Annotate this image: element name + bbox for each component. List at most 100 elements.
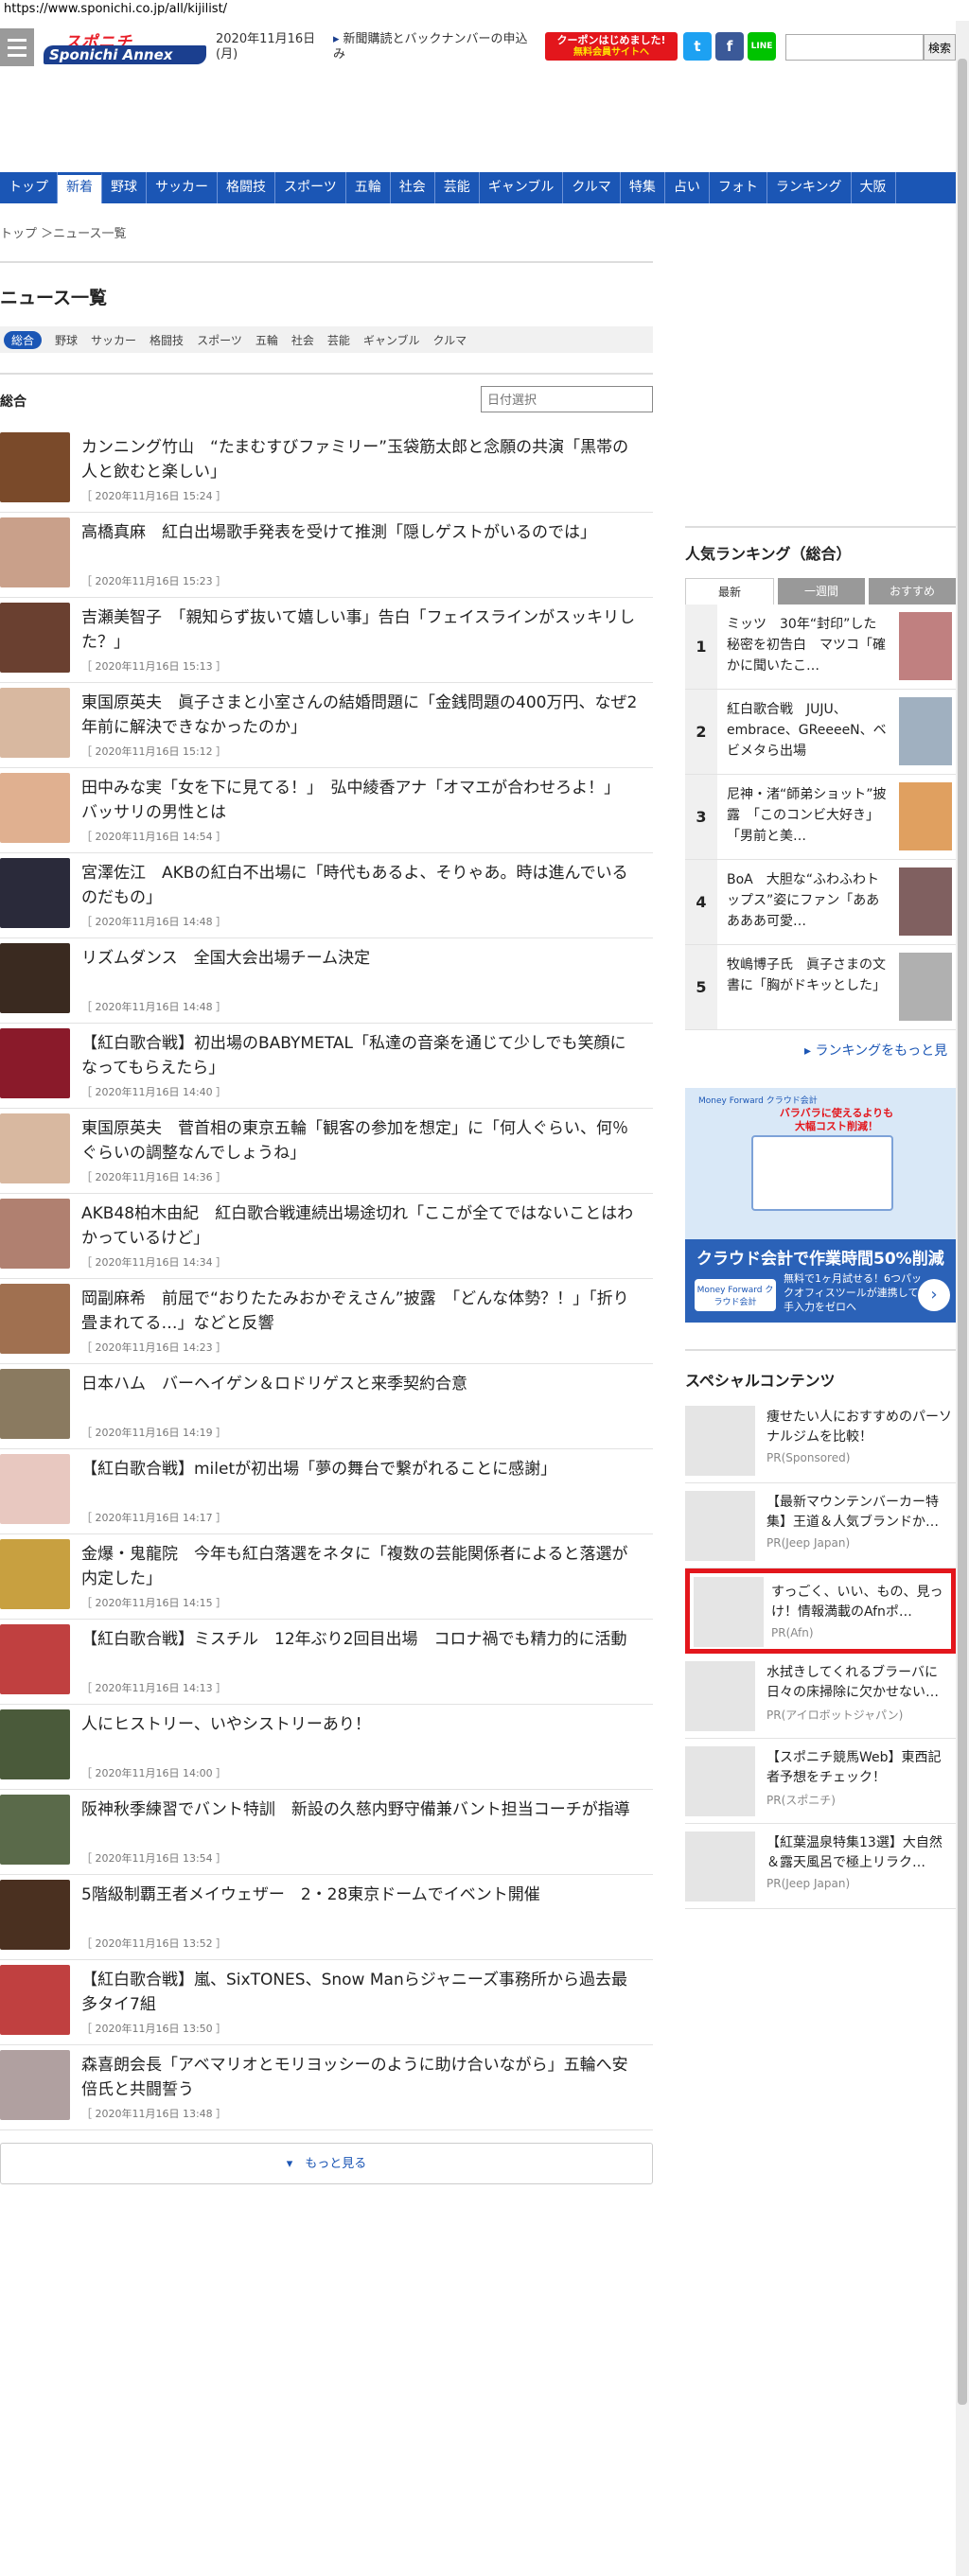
ad-banner[interactable]: Money Forward クラウド会計 バラバラに使えるよりも 大幅コスト削減…	[685, 1088, 956, 1323]
news-headline[interactable]: 【紅白歌合戦】ミスチル 12年ぶり2回目出場 コロナ禍でも精力的に活動	[81, 1627, 640, 1652]
ranking-headline[interactable]: BoA 大胆な“ふわふわトップス”姿にファン「あああああ可愛…	[727, 869, 888, 932]
nav-item[interactable]: 特集	[621, 172, 665, 203]
nav-item[interactable]: スポーツ	[275, 172, 346, 203]
special-content-text[interactable]: 痩せたい人におすすめのパーソナルジムを比較！	[766, 1408, 952, 1447]
news-thumbnail[interactable]	[0, 1795, 70, 1865]
news-headline[interactable]: 日本ハム バーヘイゲン＆ロドリゲスと来季契約合意	[81, 1372, 640, 1396]
news-thumbnail[interactable]	[0, 1199, 70, 1269]
news-item[interactable]: 【紅白歌合戦】miletが初出場「夢の舞台で繋がれることに感謝」 ［ 2020年1…	[0, 1449, 653, 1534]
news-thumbnail[interactable]	[0, 1539, 70, 1609]
ranking-tab[interactable]: おすすめ	[869, 578, 956, 605]
ranking-item[interactable]: 5 牧嶋博子氏 眞子さまの文書に「胸がドキッとした」	[685, 945, 956, 1030]
search-button[interactable]: 検索	[924, 34, 956, 61]
news-item[interactable]: 岡副麻希 前屈で“おりたたみおかぞえさん”披露 「どんな体勢？！」「折り畳まれて…	[0, 1279, 653, 1364]
news-headline[interactable]: 東国原英夫 眞子さまと小室さんの結婚問題に「金銭問題の400万円、なぜ2年前に解…	[81, 691, 640, 740]
news-headline[interactable]: 阪神秋季練習でバント特訓 新設の久慈内野守備兼バント担当コーチが指導	[81, 1797, 640, 1822]
category-tab[interactable]: 社会	[291, 332, 314, 348]
news-headline[interactable]: 東国原英夫 菅首相の東京五輪「観客の参加を想定」に「何人ぐらい、何％ぐらいの調整…	[81, 1116, 640, 1165]
special-content-item[interactable]: 【最新マウンテンバーカー特集】王道＆人気ブランドか… PR(Jeep Japan)	[685, 1483, 956, 1568]
special-content-thumbnail[interactable]	[685, 1831, 755, 1901]
news-headline[interactable]: AKB48柏木由紀 紅白歌合戦連続出場途切れ「ここが全てではないことはわかってい…	[81, 1201, 640, 1251]
news-item[interactable]: リズムダンス 全国大会出場チーム決定 ［ 2020年11月16日 14:48 ］	[0, 938, 653, 1024]
news-thumbnail[interactable]	[0, 1709, 70, 1779]
news-item[interactable]: 吉瀬美智子 「親知らず抜いて嬉しい事」告白「フェイスラインがスッキリした？」 ［ …	[0, 598, 653, 683]
ranking-tab[interactable]: 一週間	[778, 578, 865, 605]
ranking-headline[interactable]: 牧嶋博子氏 眞子さまの文書に「胸がドキッとした」	[727, 955, 888, 996]
news-item[interactable]: 【紅白歌合戦】嵐、SixTONES、Snow Manらジャニーズ事務所から過去最…	[0, 1960, 653, 2045]
special-content-text[interactable]: 【紅葉温泉特集13選】大自然＆露天風呂で極上リラク…	[766, 1833, 952, 1873]
ranking-headline[interactable]: 紅白歌合戦 JUJU、embrace、GReeeeN、ベビメタら出場	[727, 699, 888, 762]
facebook-icon[interactable]: f	[715, 32, 744, 61]
nav-item[interactable]: クルマ	[563, 172, 621, 203]
nav-item[interactable]: 占い	[665, 172, 710, 203]
news-item[interactable]: 日本ハム バーヘイゲン＆ロドリゲスと来季契約合意 ［ 2020年11月16日 14…	[0, 1364, 653, 1449]
news-item[interactable]: 【紅白歌合戦】初出場のBABYMETAL「私達の音楽を通じて少しでも笑顔になって…	[0, 1024, 653, 1109]
nav-item[interactable]: トップ	[0, 172, 58, 203]
nav-item[interactable]: 大阪	[852, 172, 896, 203]
news-headline[interactable]: 【紅白歌合戦】miletが初出場「夢の舞台で繋がれることに感謝」	[81, 1457, 640, 1481]
subscribe-link[interactable]: 新聞購読とバックナンバーの申込み	[333, 32, 532, 62]
category-tab[interactable]: 五輪	[255, 332, 278, 348]
ranking-item[interactable]: 4 BoA 大胆な“ふわふわトップス”姿にファン「あああああ可愛…	[685, 860, 956, 945]
news-item[interactable]: 5階級制覇王者メイウェザー 2・28東京ドームでイベント開催 ［ 2020年11月…	[0, 1875, 653, 1960]
news-item[interactable]: 【紅白歌合戦】ミスチル 12年ぶり2回目出場 コロナ禍でも精力的に活動 ［ 202…	[0, 1620, 653, 1705]
nav-item[interactable]: フォト	[710, 172, 767, 203]
news-headline[interactable]: 金爆・鬼龍院 今年も紅白落選をネタに「複数の芸能関係者によると落選が内定した」	[81, 1542, 640, 1591]
news-thumbnail[interactable]	[0, 432, 70, 502]
news-headline[interactable]: 田中みな実「女を下に見てる！」 弘中綾香アナ「オマエが合わせろよ！」 バッサリの…	[81, 776, 640, 825]
category-tab[interactable]: スポーツ	[197, 332, 242, 348]
ranking-item[interactable]: 1 ミッツ 30年“封印”した秘密を初告白 マツコ「確かに聞いたこ…	[685, 605, 956, 690]
news-item[interactable]: 高橋真麻 紅白出場歌手発表を受けて推測「隠しゲストがいるのでは」 ［ 2020年1…	[0, 513, 653, 598]
ranking-thumbnail[interactable]	[899, 612, 952, 680]
news-item[interactable]: 田中みな実「女を下に見てる！」 弘中綾香アナ「オマエが合わせろよ！」 バッサリの…	[0, 768, 653, 853]
special-content-thumbnail[interactable]	[685, 1661, 755, 1731]
hamburger-menu-icon[interactable]	[0, 28, 34, 66]
nav-item[interactable]: 社会	[391, 172, 435, 203]
more-button[interactable]: ▾ もっと見る	[0, 2143, 653, 2184]
ranking-thumbnail[interactable]	[899, 697, 952, 765]
category-tab[interactable]: クルマ	[433, 332, 467, 348]
news-thumbnail[interactable]	[0, 603, 70, 673]
news-thumbnail[interactable]	[0, 688, 70, 758]
scrollbar[interactable]	[956, 21, 969, 2576]
site-logo[interactable]: スポニチ Sponichi Annex	[44, 28, 206, 66]
news-headline[interactable]: 岡副麻希 前屈で“おりたたみおかぞえさん”披露 「どんな体勢？！」「折り畳まれて…	[81, 1287, 640, 1336]
twitter-icon[interactable]: t	[683, 32, 712, 61]
news-thumbnail[interactable]	[0, 2050, 70, 2120]
date-select-input[interactable]	[481, 386, 653, 412]
ranking-headline[interactable]: ミッツ 30年“封印”した秘密を初告白 マツコ「確かに聞いたこ…	[727, 614, 888, 676]
news-item[interactable]: 阪神秋季練習でバント特訓 新設の久慈内野守備兼バント担当コーチが指導 ［ 2020…	[0, 1790, 653, 1875]
nav-item[interactable]: 新着	[58, 172, 102, 203]
news-headline[interactable]: カンニング竹山 “たまむすびファミリー”玉袋筋太郎と念願の共演「黒帯の人と飲むと…	[81, 435, 640, 484]
news-headline[interactable]: 【紅白歌合戦】嵐、SixTONES、Snow Manらジャニーズ事務所から過去最…	[81, 1968, 640, 2017]
news-item[interactable]: 宮澤佐江 AKBの紅白不出場に「時代もあるよ、そりゃあ。時は進んでいるのだもの」…	[0, 853, 653, 938]
nav-item[interactable]: 野球	[102, 172, 147, 203]
category-tab[interactable]: ギャンブル	[363, 332, 420, 348]
nav-item[interactable]: 格闘技	[218, 172, 275, 203]
news-thumbnail[interactable]	[0, 858, 70, 928]
nav-item[interactable]: 五輪	[346, 172, 391, 203]
special-content-text[interactable]: 【スポニチ競馬Web】東西記者予想をチェック！	[766, 1748, 952, 1788]
special-content-thumbnail[interactable]	[694, 1577, 764, 1647]
news-headline[interactable]: 森喜朗会長「アベマリオとモリヨッシーのように助け合いながら」五輪へ安倍氏と共闘誓…	[81, 2053, 640, 2102]
news-thumbnail[interactable]	[0, 1028, 70, 1098]
breadcrumb[interactable]: トップ ＞ニュース一覧	[0, 223, 126, 241]
ranking-thumbnail[interactable]	[899, 782, 952, 850]
news-headline[interactable]: 5階級制覇王者メイウェザー 2・28東京ドームでイベント開催	[81, 1883, 640, 1907]
news-headline[interactable]: リズムダンス 全国大会出場チーム決定	[81, 946, 640, 971]
ranking-more-link[interactable]: ランキングをもっと見	[804, 1041, 947, 1060]
nav-item[interactable]: サッカー	[147, 172, 218, 203]
special-content-text[interactable]: 水拭きしてくれるブラーバに日々の床掃除に欠かせない…	[766, 1663, 952, 1703]
special-content-item[interactable]: すっごく、いい、もの、見っけ！情報満載のAfnポ… PR(Afn)	[685, 1568, 956, 1654]
nav-item[interactable]: ランキング	[767, 172, 852, 203]
search-input[interactable]	[785, 34, 924, 61]
news-thumbnail[interactable]	[0, 1113, 70, 1183]
news-item[interactable]: AKB48柏木由紀 紅白歌合戦連続出場途切れ「ここが全てではないことはわかってい…	[0, 1194, 653, 1279]
news-thumbnail[interactable]	[0, 1880, 70, 1950]
news-item[interactable]: 人にヒストリー、いやシストリーあり！ ［ 2020年11月16日 14:00 ］	[0, 1705, 653, 1790]
news-headline[interactable]: 吉瀬美智子 「親知らず抜いて嬉しい事」告白「フェイスラインがスッキリした？」	[81, 605, 640, 655]
news-headline[interactable]: 人にヒストリー、いやシストリーあり！	[81, 1712, 640, 1737]
ad-arrow-icon[interactable]: ›	[918, 1279, 950, 1311]
news-thumbnail[interactable]	[0, 1965, 70, 2035]
nav-item[interactable]: ギャンブル	[480, 172, 564, 203]
